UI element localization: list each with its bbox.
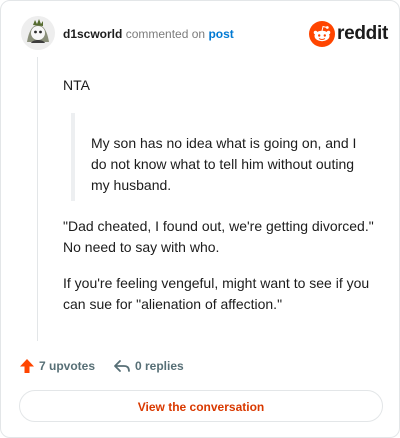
- avatar-icon: [21, 16, 55, 50]
- comment-header: d1scworld commented on post reddit: [21, 16, 388, 52]
- post-link[interactable]: post: [208, 27, 233, 41]
- comment-card: d1scworld commented on post reddit NTA M…: [0, 0, 400, 438]
- avatar[interactable]: [21, 16, 55, 50]
- comment-paragraph: NTA: [63, 77, 90, 93]
- thread-line: [37, 57, 38, 341]
- reply-count: 0 replies: [135, 359, 184, 373]
- brand-wordmark: reddit: [337, 23, 388, 44]
- comment-paragraph: If you're feeling vengeful, might want t…: [63, 275, 370, 312]
- comment-paragraph: "Dad cheated, I found out, we're getting…: [63, 218, 374, 255]
- quote-text: My son has no idea what is going on, and…: [91, 135, 357, 193]
- comment-footer: 7 upvotes 0 replies: [19, 356, 379, 378]
- quote-bar: [71, 113, 75, 201]
- reply-icon: [114, 360, 130, 372]
- blockquote: My son has no idea what is going on, and…: [71, 113, 371, 201]
- upvote-arrow-icon: [20, 359, 34, 373]
- reddit-logo-icon: [309, 21, 335, 47]
- action-text: commented on: [125, 27, 206, 41]
- upvote-count: 7 upvotes: [39, 359, 96, 373]
- author-username[interactable]: d1scworld: [63, 27, 122, 41]
- byline: d1scworld commented on post: [63, 27, 234, 41]
- view-conversation-button[interactable]: View the conversation: [19, 390, 383, 422]
